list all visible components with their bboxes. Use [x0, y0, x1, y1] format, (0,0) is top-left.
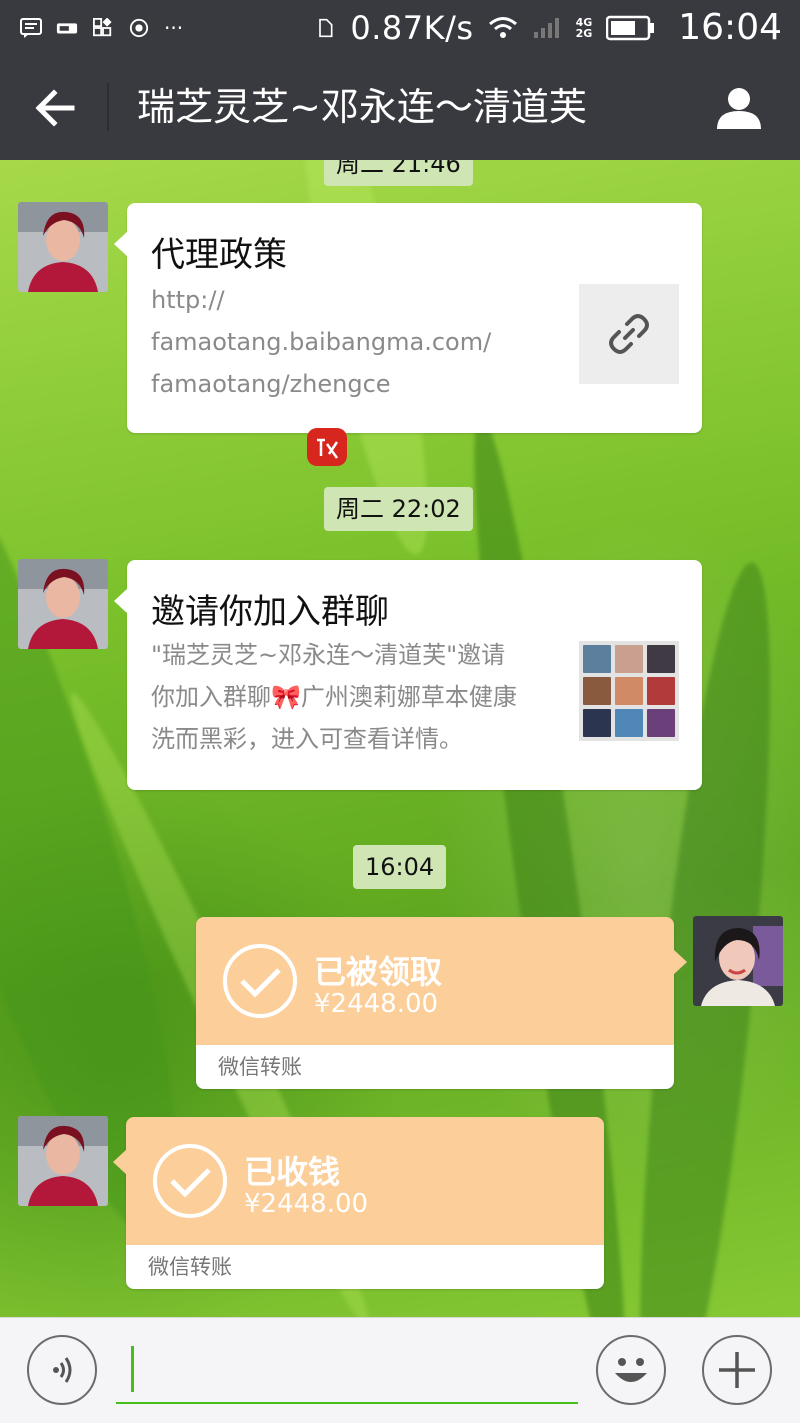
group-invite-message[interactable]: 邀请你加入群聊 "瑞芝灵芝~邓永连～清道芙"邀请 你加入群聊🎀广州澳莉娜草本健康… — [114, 560, 702, 790]
status-time: 16:04 — [678, 7, 782, 48]
transfer-sent-message[interactable]: 已被领取 ¥2448.00 微信转账 — [196, 917, 687, 1089]
timestamp-partial: 周二 21:46 — [324, 160, 473, 186]
link-url-line: famaotang/zhengce — [151, 370, 391, 398]
chat-area[interactable]: 周二 21:46 代理政策 http:// famaotang.baibangm… — [0, 160, 800, 1317]
data-saver-icon — [319, 18, 333, 37]
plus-icon — [719, 1352, 755, 1388]
link-card-url: http:// famaotang.baibangma.com/ famaota… — [151, 279, 491, 405]
invite-desc-line: "瑞芝灵芝~邓永连～清道芙"邀请 — [151, 641, 506, 669]
message-icon — [20, 17, 42, 38]
chat-title: 瑞芝灵芝~邓永连～清道芙 — [137, 85, 587, 129]
check-circle-icon — [153, 1144, 227, 1218]
invite-card-title: 邀请你加入群聊 — [151, 592, 389, 632]
more-options-button[interactable] — [702, 1335, 772, 1405]
input-bar — [0, 1317, 800, 1423]
transfer-amount: ¥2448.00 — [314, 989, 439, 1019]
emoji-button[interactable] — [596, 1335, 666, 1405]
transfer-status: 已收钱 — [244, 1153, 341, 1191]
link-card-title: 代理政策 — [151, 235, 287, 275]
transfer-received-header: 已收钱 ¥2448.00 — [126, 1117, 604, 1245]
voice-button[interactable] — [27, 1335, 97, 1405]
status-bar: ··· 0.87K/s 4G 2G 16:04 — [0, 0, 800, 55]
transfer-amount: ¥2448.00 — [244, 1189, 369, 1219]
avatar-contact-image — [18, 1116, 108, 1206]
check-circle-icon — [223, 944, 297, 1018]
text-caret — [131, 1346, 134, 1392]
wifi-icon — [488, 16, 517, 38]
avatar-self[interactable] — [693, 916, 783, 1006]
transfer-footer: 微信转账 — [196, 1045, 674, 1089]
transfer-footer: 微信转账 — [126, 1245, 604, 1289]
title-bar: 瑞芝灵芝~邓永连～清道芙 — [0, 55, 800, 160]
transfer-sent-header: 已被领取 ¥2448.00 — [196, 917, 674, 1045]
avatar-contact-image — [18, 202, 108, 292]
avatar-self-image — [693, 916, 783, 1006]
transfer-status: 已被领取 — [314, 953, 443, 991]
link-icon — [609, 314, 649, 354]
voice-icon — [53, 1357, 72, 1383]
message-input[interactable] — [116, 1336, 578, 1404]
status-left-icons: ··· — [20, 16, 183, 40]
contact-profile-icon[interactable] — [714, 83, 764, 133]
avatar-contact[interactable] — [18, 1116, 108, 1206]
invite-desc-line: 洗而黑彩，进入可查看详情。 — [151, 725, 463, 753]
invite-card-description: "瑞芝灵芝~邓永连～清道芙"邀请 你加入群聊🎀广州澳莉娜草本健康 洗而黑彩，进入… — [151, 634, 571, 760]
title-divider — [107, 83, 109, 131]
record-icon — [129, 18, 149, 37]
transfer-received-message[interactable]: 已收钱 ¥2448.00 微信转账 — [113, 1117, 604, 1289]
timestamp: 16:04 — [353, 845, 447, 889]
storage-icon — [56, 22, 78, 33]
avatar-contact-image — [18, 559, 108, 649]
avatar-contact[interactable] — [18, 559, 108, 649]
avatar-contact[interactable] — [18, 202, 108, 292]
battery-icon — [606, 15, 655, 40]
more-notifications-icon: ··· — [164, 15, 184, 40]
link-card-message[interactable]: 代理政策 http:// famaotang.baibangma.com/ fa… — [114, 203, 702, 433]
link-url-line: famaotang.baibangma.com/ — [151, 328, 492, 356]
sticker-icon[interactable] — [305, 428, 349, 470]
emoji-icon — [615, 1358, 647, 1382]
signal-icon — [533, 17, 559, 38]
apps-icon — [93, 17, 112, 36]
network-speed: 0.87K/s — [350, 8, 474, 47]
invite-desc-line: 你加入群聊🎀广州澳莉娜草本健康 — [151, 683, 517, 711]
back-arrow-icon[interactable] — [28, 81, 82, 135]
link-thumbnail — [579, 284, 679, 384]
network-type: 4G 2G — [575, 15, 593, 40]
group-avatar-grid — [579, 641, 679, 741]
status-right-icons: 0.87K/s 4G 2G 16:04 — [314, 7, 782, 48]
link-url-line: http:// — [151, 286, 225, 314]
timestamp: 周二 22:02 — [324, 487, 473, 531]
